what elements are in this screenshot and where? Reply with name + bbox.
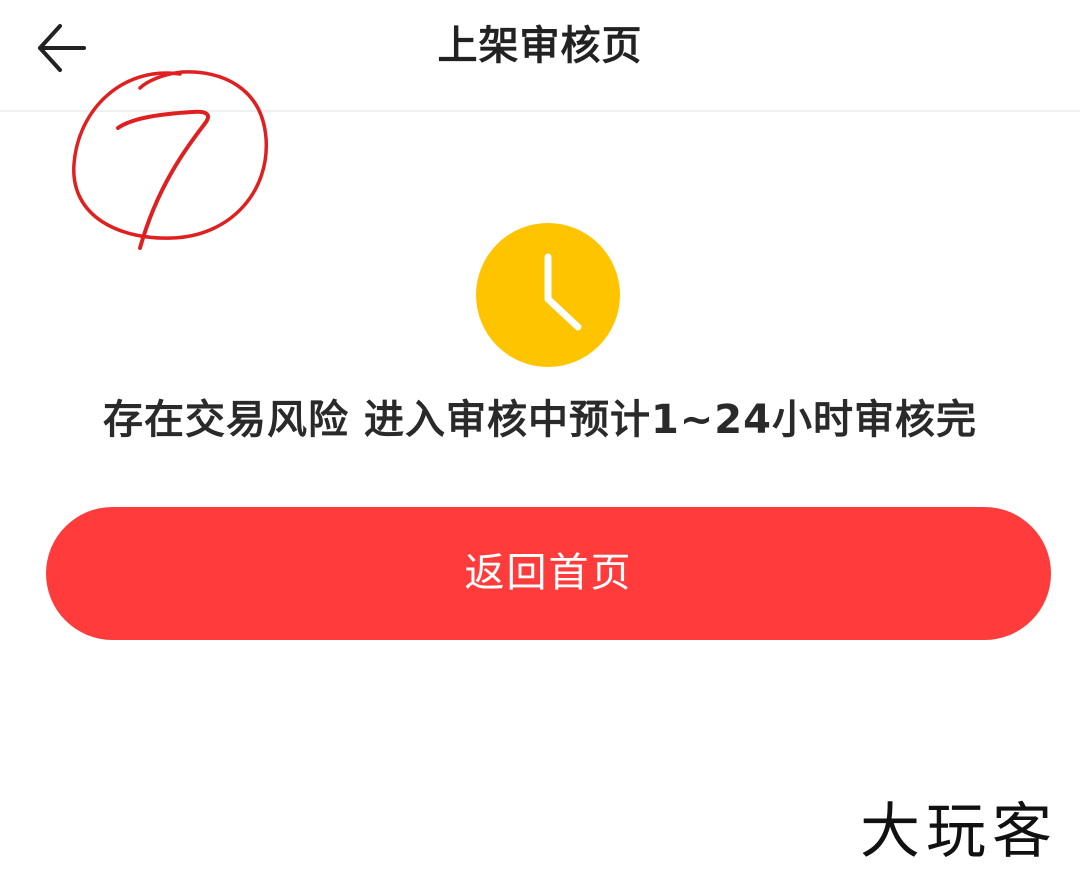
handwritten-annotation — [72, 70, 268, 250]
return-home-button[interactable]: 返回首页 — [46, 507, 1051, 640]
clock-icon — [476, 223, 620, 367]
review-status-message: 存在交易风险 进入审核中预计1~24小时审核完 — [103, 397, 977, 443]
review-page: 上架审核页 存在交易风险 进入审核中预计1~24小时审核完 返回首页 大玩客 — [0, 0, 1080, 886]
watermark: 大玩客 — [860, 797, 1058, 867]
